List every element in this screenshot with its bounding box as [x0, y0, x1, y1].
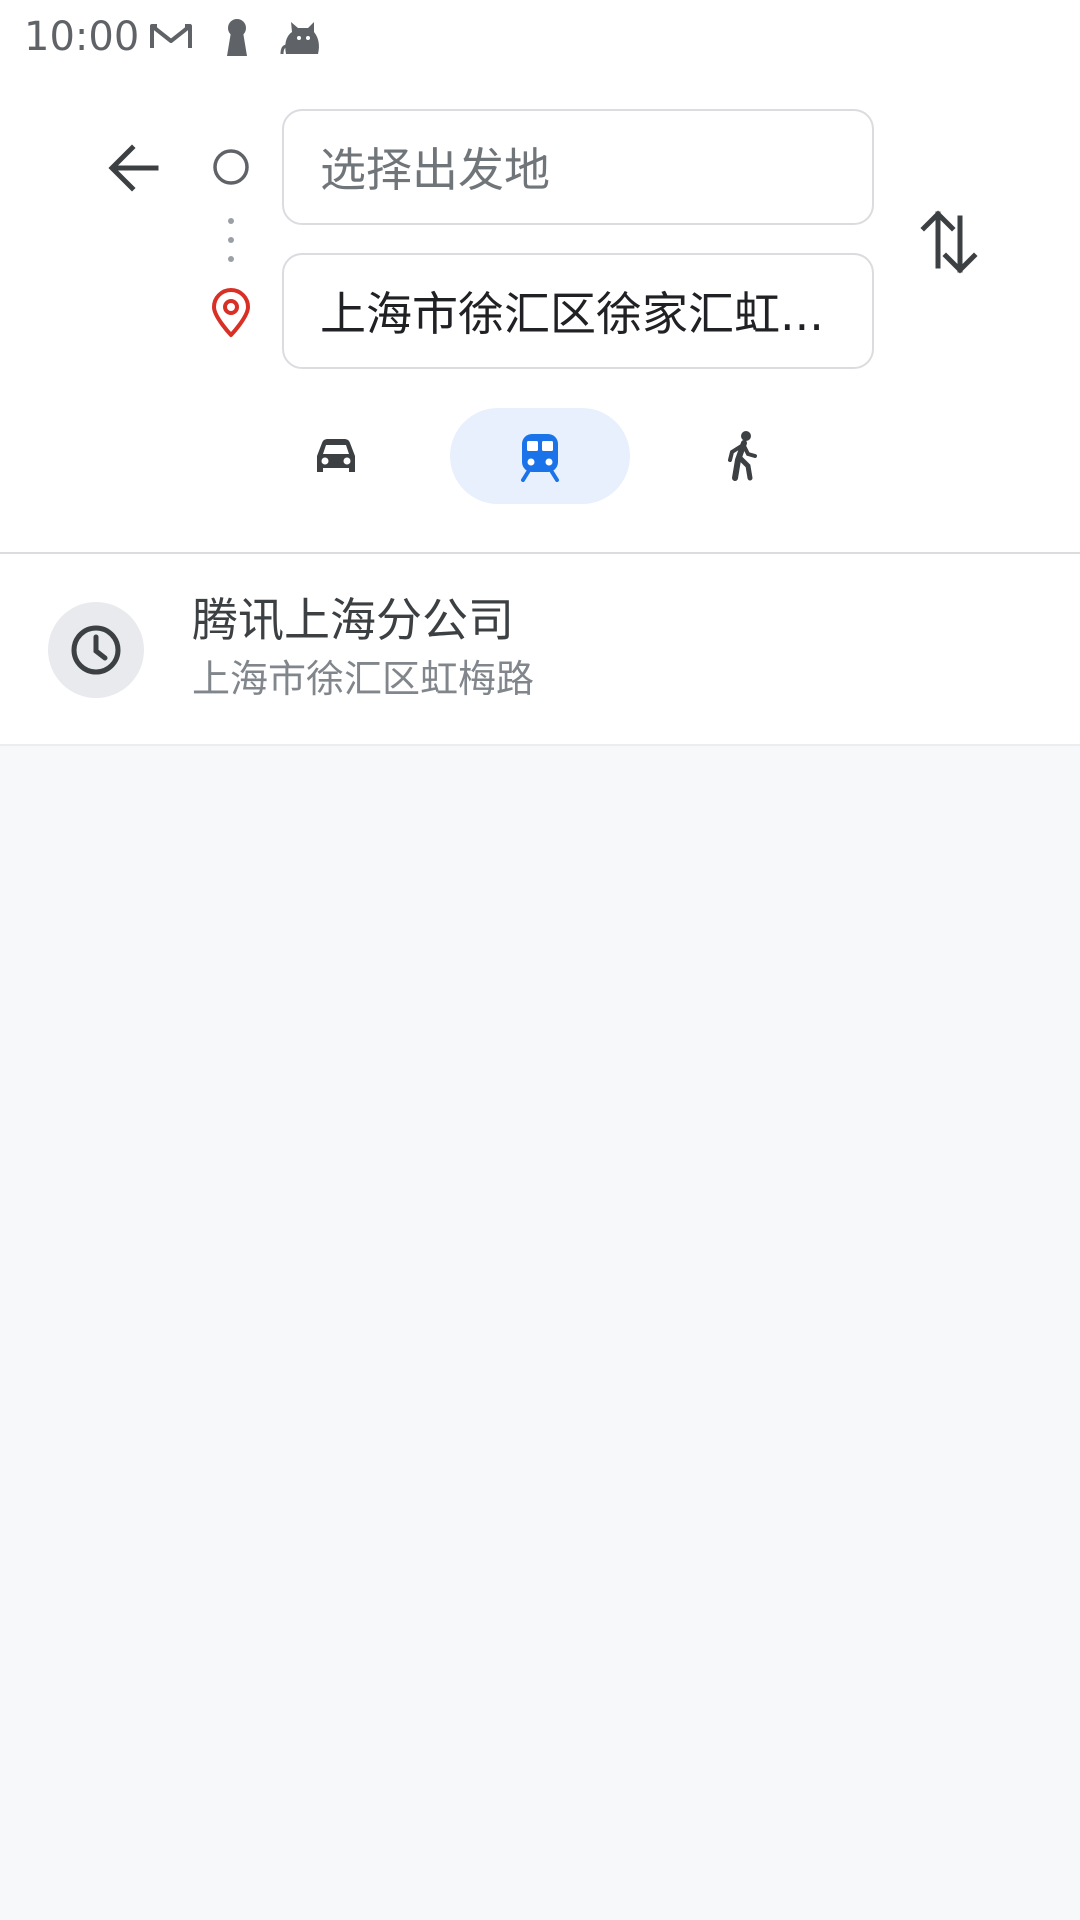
swap-vertical-icon — [920, 210, 978, 274]
tab-driving[interactable] — [278, 408, 394, 504]
route-dots-icon — [226, 216, 236, 264]
status-bar: 10:00 — [0, 0, 1080, 76]
keyhole-icon — [214, 14, 260, 60]
directions-screen: 10:00 选择出发地 上海市徐汇区徐家汇虹... 腾讯上海分公司 上海市徐汇区… — [0, 0, 1080, 1920]
origin-input[interactable]: 选择出发地 — [282, 109, 874, 225]
origin-circle-icon — [212, 148, 250, 186]
status-time: 10:00 — [24, 14, 140, 60]
history-icon-badge — [48, 602, 144, 698]
tab-walking[interactable] — [686, 408, 802, 504]
history-item-title: 腾讯上海分公司 — [192, 593, 514, 647]
clock-icon — [69, 623, 123, 677]
history-item-subtitle: 上海市徐汇区虹梅路 — [192, 657, 535, 701]
swap-button[interactable] — [918, 204, 980, 280]
cat-icon — [278, 14, 324, 60]
arrow-left-icon — [108, 144, 159, 192]
history-item[interactable]: 腾讯上海分公司 上海市徐汇区虹梅路 — [0, 554, 1080, 744]
gmail-icon — [148, 14, 194, 60]
walk-icon — [718, 430, 770, 482]
destination-pin-icon — [208, 288, 254, 338]
results-area[interactable] — [0, 746, 1080, 1920]
train-icon — [514, 430, 566, 482]
car-icon — [310, 430, 362, 482]
destination-value: 上海市徐汇区徐家汇虹... — [320, 287, 824, 341]
destination-input[interactable]: 上海市徐汇区徐家汇虹... — [282, 253, 874, 369]
origin-placeholder: 选择出发地 — [320, 143, 550, 197]
back-button[interactable] — [98, 132, 170, 204]
tab-transit[interactable] — [450, 408, 630, 504]
